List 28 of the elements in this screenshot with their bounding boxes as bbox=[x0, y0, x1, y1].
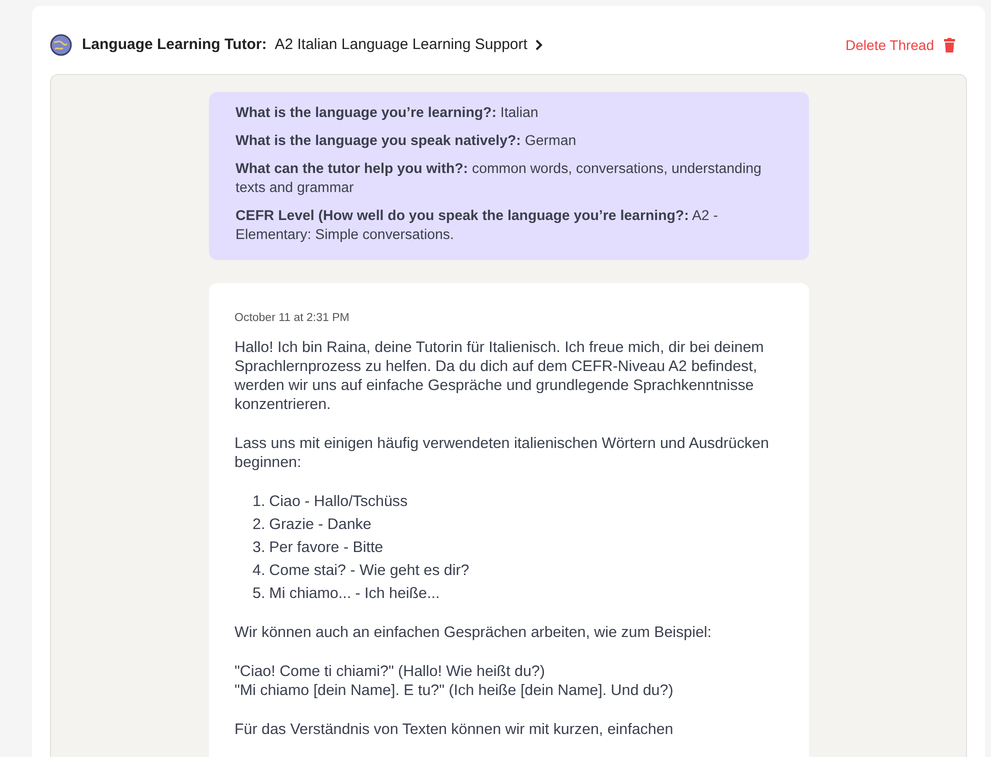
setup-answer: What is the language you’re learning?: Italian bbox=[236, 104, 540, 122]
message-paragraph: Wir können auch an einfachen Gesprächen arbeiten, wie zum Beispiel: bbox=[234, 622, 712, 642]
list-number: 4. bbox=[252, 560, 266, 580]
message-paragraph: Lass uns mit einigen häufig verwendeten italienischen Wörtern und Ausdrücken beginnen: bbox=[234, 434, 770, 472]
list-item: Come stai? - Wie geht es dir? bbox=[269, 560, 470, 580]
globe-icon bbox=[50, 34, 72, 56]
list-number: 1. bbox=[252, 492, 266, 510]
list-number: 5. bbox=[252, 584, 266, 602]
setup-answer: CEFR Level (How well do you speak the language you’re learning?: A2 - Elementary: Simple conversations. bbox=[236, 206, 719, 244]
setup-answer: What is the language you speak natively?: German bbox=[236, 132, 578, 150]
setup-answer: What can the tutor help you with?: common words, conversations, understanding texts and grammar bbox=[236, 160, 762, 198]
message-line: "Ciao! Come ti chiami?" (Hallo! Wie heißt du?) bbox=[234, 662, 546, 680]
thread-title: A2 Italian Language Learning Support bbox=[274, 35, 528, 55]
chevron-right-icon bbox=[535, 39, 544, 52]
list-number: 2. bbox=[252, 514, 266, 534]
list-item: Ciao - Hallo/Tschüss bbox=[269, 492, 408, 510]
list-item: Per favore - Bitte bbox=[269, 538, 384, 556]
message-paragraph: Für das Verständnis von Texten können wir mit kurzen, einfachen bbox=[234, 720, 674, 738]
message-paragraph: Hallo! Ich bin Raina, deine Tutorin für Italienisch. Ich freue mich, dir bei deinem Sprachlernprozess zu helfen. Da du dich auf dem CEFR-Niveau A2 befindest, werden wir uns auf einfache Gespräche und grundlegende Sprachkenntnisse konzentrieren. bbox=[234, 338, 765, 414]
delete-thread-button[interactable]: Delete Thread bbox=[846, 34, 955, 56]
message-line: "Mi chiamo [dein Name]. E tu?" (Ich heiße [dein Name]. Und du?) bbox=[234, 680, 674, 700]
trash-icon bbox=[944, 38, 955, 53]
list-item: Grazie - Danke bbox=[269, 514, 372, 534]
message-timestamp: October 11 at 2:31 PM bbox=[234, 310, 350, 326]
tutor-name: Language Learning Tutor: bbox=[82, 35, 267, 55]
list-number: 3. bbox=[252, 538, 266, 556]
list-item: Mi chiamo... - Ich heiße... bbox=[269, 584, 440, 602]
thread-title-link[interactable]: Language Learning Tutor: A2 Italian Language Learning Support bbox=[82, 34, 544, 56]
